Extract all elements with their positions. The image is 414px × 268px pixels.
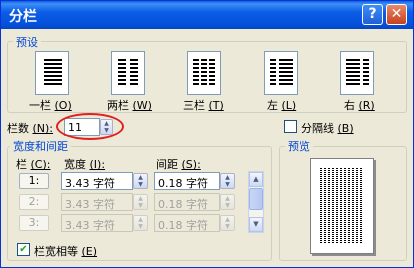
scroll-down-icon[interactable]: ▼	[253, 220, 258, 228]
dialog-title: 分栏	[9, 9, 37, 25]
preset-two-hotkey: (W)	[132, 99, 152, 112]
two-column-icon	[118, 59, 126, 87]
preset-three-text: 三栏	[183, 99, 205, 112]
column-spacing-input-1[interactable]: 0.18 字符	[154, 172, 220, 190]
preview-group-label: 预览	[285, 138, 313, 154]
presets-group-label: 预设	[13, 34, 41, 50]
equal-width-text: 栏宽相等	[34, 245, 78, 258]
column-width-input-1[interactable]: 3.43 字符	[61, 172, 133, 190]
preset-one-text: 一栏	[29, 99, 51, 112]
preview-columns	[320, 168, 364, 244]
preset-left[interactable]	[264, 51, 298, 95]
column-count-text: 栏数	[7, 122, 29, 135]
column-spacing-input-2[interactable]: 0.18 字符	[154, 193, 220, 211]
preset-two-columns[interactable]	[111, 51, 145, 95]
preview-page	[310, 158, 374, 254]
preset-label-two: 两栏 (W)	[107, 97, 152, 113]
separator-text: 分隔线	[301, 122, 334, 135]
preset-three-columns[interactable]	[187, 51, 221, 95]
spin-up-icon[interactable]: ▲	[221, 174, 234, 181]
preset-label-left: 左 (L)	[267, 97, 296, 113]
column-number-2[interactable]: 2:	[19, 194, 49, 210]
preset-one-column[interactable]	[35, 51, 69, 95]
preset-two-text: 两栏	[107, 99, 129, 112]
header-col-text: 栏	[16, 158, 27, 171]
help-button[interactable]: ?	[362, 4, 383, 25]
spin-down-icon[interactable]: ▼	[221, 202, 234, 209]
column-width-input-3[interactable]: 3.43 字符	[61, 214, 133, 232]
left-column-icon-part	[279, 59, 293, 87]
spin-down-icon[interactable]: ▼	[134, 202, 147, 209]
header-col-hotkey: (C):	[30, 158, 51, 171]
spin-down-icon[interactable]: ▼	[134, 181, 147, 188]
close-button[interactable]: ✕	[386, 4, 407, 25]
preset-label-one: 一栏 (O)	[29, 97, 72, 113]
spin-down-icon[interactable]: ▼	[134, 223, 147, 230]
two-column-icon-part	[130, 59, 138, 87]
scroll-up-button[interactable]: ▲	[249, 172, 263, 187]
spin-up-icon[interactable]: ▲	[134, 195, 147, 202]
three-column-icon-part	[201, 59, 207, 87]
equal-width-checkbox[interactable]: ✔	[17, 243, 30, 256]
column-number-1[interactable]: 1:	[19, 173, 49, 189]
header-width: 宽度 (I):	[64, 156, 105, 172]
column-count-label: 栏数 (N):	[7, 120, 53, 136]
preset-left-hotkey: (L)	[281, 99, 297, 112]
header-col: 栏 (C):	[16, 156, 50, 172]
right-column-icon	[346, 59, 360, 87]
spin-up-icon[interactable]: ▲	[221, 195, 234, 202]
spin-up-icon[interactable]: ▲	[134, 216, 147, 223]
header-spacing-text: 间距	[156, 158, 178, 171]
column-count-hotkey: (N):	[32, 122, 54, 135]
preset-left-text: 左	[267, 99, 278, 112]
header-width-hotkey: (I):	[89, 158, 106, 171]
column-width-input-2[interactable]: 3.43 字符	[61, 193, 133, 211]
scroll-up-icon[interactable]: ▲	[253, 175, 258, 183]
header-spacing-hotkey: (S):	[181, 158, 201, 171]
preset-right-hotkey: (R)	[358, 99, 375, 112]
columns-dialog: 分栏 ? ✕ 预设 一栏 (O) 两栏 (W) 三栏 (T) 左 (L) 右 (…	[0, 0, 414, 268]
separator-hotkey: (B)	[337, 122, 354, 135]
scroll-thumb[interactable]	[249, 188, 263, 210]
preset-right[interactable]	[340, 51, 374, 95]
one-column-icon	[44, 59, 62, 87]
column-spacing-input-3[interactable]: 0.18 字符	[154, 214, 220, 232]
column-count-highlight	[56, 113, 124, 140]
column-spacing-spinner-2[interactable]: ▲ ▼	[220, 194, 235, 210]
rows-scrollbar[interactable]: ▲ ▼	[248, 171, 264, 233]
three-column-icon-part	[209, 59, 215, 87]
preset-label-three: 三栏 (T)	[183, 97, 224, 113]
preset-three-hotkey: (T)	[208, 99, 224, 112]
header-width-text: 宽度	[64, 158, 86, 171]
equal-width-label: 栏宽相等 (E)	[34, 243, 97, 259]
column-width-spinner-2[interactable]: ▲ ▼	[133, 194, 148, 210]
spin-down-icon[interactable]: ▼	[221, 223, 234, 230]
separator-checkbox[interactable]	[284, 120, 297, 133]
preset-label-right: 右 (R)	[344, 97, 375, 113]
width-spacing-group-label: 宽度和间距	[10, 138, 71, 154]
column-width-spinner-1[interactable]: ▲ ▼	[133, 173, 148, 189]
separator-label: 分隔线 (B)	[301, 120, 354, 136]
spin-down-icon[interactable]: ▼	[221, 181, 234, 188]
column-spacing-spinner-1[interactable]: ▲ ▼	[220, 173, 235, 189]
title-bar[interactable]: 分栏 ? ✕	[1, 1, 413, 29]
scroll-down-button[interactable]: ▼	[249, 217, 263, 232]
preset-one-hotkey: (O)	[54, 99, 72, 112]
spin-up-icon[interactable]: ▲	[221, 216, 234, 223]
right-column-icon-part	[363, 59, 369, 87]
column-number-3[interactable]: 3:	[19, 215, 49, 231]
column-width-spinner-3[interactable]: ▲ ▼	[133, 215, 148, 231]
equal-width-hotkey: (E)	[81, 245, 98, 258]
header-spacing: 间距 (S):	[156, 156, 201, 172]
left-column-icon	[270, 59, 276, 87]
preset-right-text: 右	[344, 99, 355, 112]
spin-up-icon[interactable]: ▲	[134, 174, 147, 181]
column-spacing-spinner-3[interactable]: ▲ ▼	[220, 215, 235, 231]
three-column-icon	[193, 59, 199, 87]
